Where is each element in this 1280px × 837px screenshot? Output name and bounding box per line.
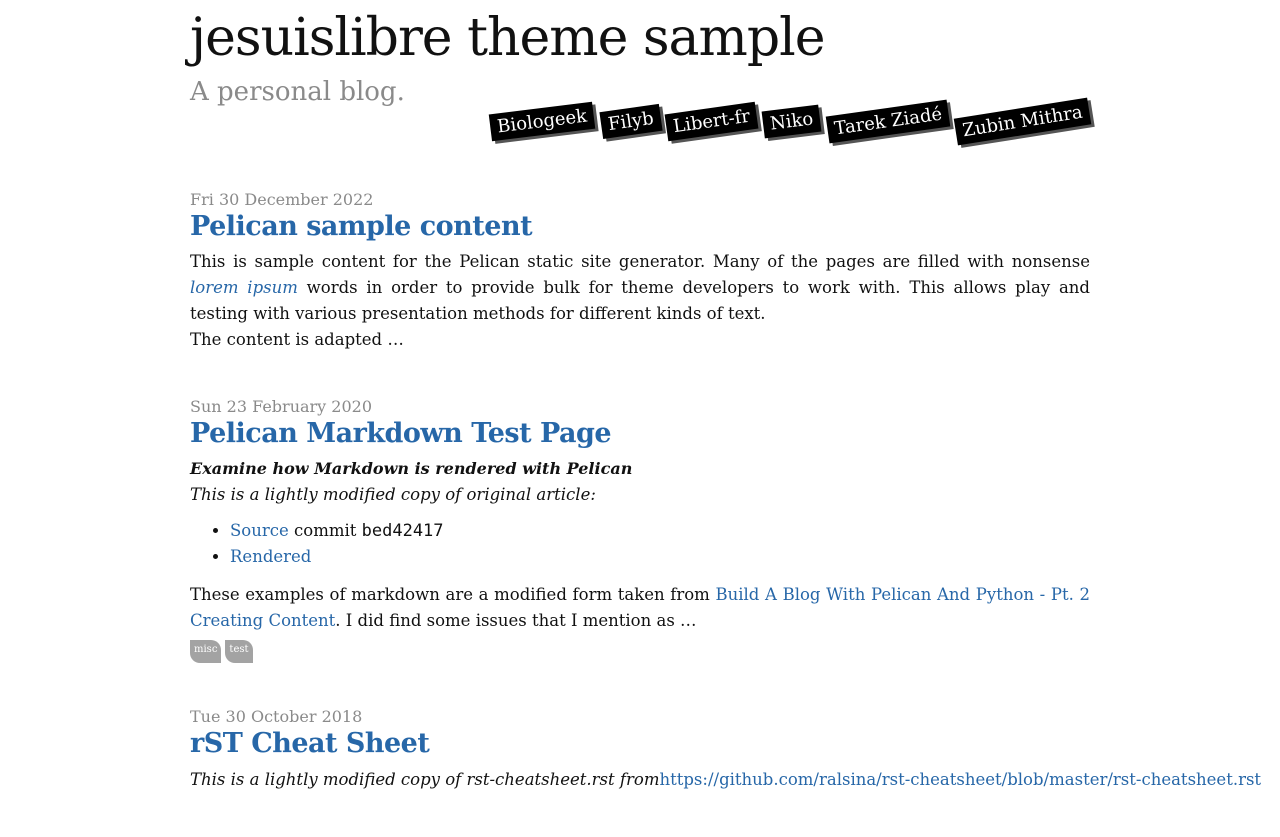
- post-title-link[interactable]: Pelican sample content: [190, 211, 1090, 243]
- lorem-ipsum-link[interactable]: lorem ipsum: [190, 278, 298, 297]
- list-item: Rendered: [230, 544, 1090, 570]
- nav-link-biologeek[interactable]: Biologeek: [489, 101, 596, 142]
- rst-cheatsheet-link[interactable]: https://github.com/ralsina/rst-cheatshee…: [659, 767, 1261, 793]
- commit-hash: bed42417: [361, 521, 444, 542]
- nav-link-zubin-mithra[interactable]: Zubin Mithra: [953, 97, 1092, 146]
- post-tags: misc test: [190, 640, 1090, 664]
- summary-text: words in order to provide bulk for theme…: [190, 278, 1090, 324]
- blogroll-nav: Biologeek Filyb Libert-fr Niko Tarek Zia…: [489, 97, 1092, 146]
- post-entry: Sun 23 February 2020 Pelican Markdown Te…: [190, 397, 1090, 664]
- post-title-link[interactable]: Pelican Markdown Test Page: [190, 418, 1090, 450]
- list-item: Source commit bed42417: [230, 518, 1090, 544]
- body-text: . I did find some issues that I mention …: [335, 611, 697, 631]
- post-list: Fri 30 December 2022 Pelican sample cont…: [190, 190, 1261, 837]
- post-date: Tue 30 October 2018: [190, 707, 363, 727]
- post-summary-more: The content is adapted …: [190, 330, 404, 350]
- nav-link-tarek-ziade[interactable]: Tarek Ziadé: [825, 99, 951, 144]
- post-title-link[interactable]: rST Cheat Sheet: [190, 728, 1090, 760]
- post-entry: Fri 30 December 2022 Pelican sample cont…: [190, 190, 1090, 353]
- nav-link-filyb[interactable]: Filyb: [598, 103, 662, 139]
- site-subtitle: A personal blog.: [190, 77, 405, 107]
- post-lead: Examine how Markdown is rendered with Pe…: [190, 459, 633, 479]
- post-entry: Tue 30 October 2018 rST Cheat Sheet This…: [190, 707, 1261, 793]
- commit-label: commit: [294, 521, 357, 541]
- tag-misc[interactable]: misc: [190, 640, 222, 664]
- post-date: Fri 30 December 2022: [190, 190, 374, 209]
- summary-text: This is sample content for the Pelican s…: [190, 252, 1090, 272]
- note-text: This is a lightly modified copy of rst-c…: [190, 769, 660, 789]
- post-date: Sun 23 February 2020: [190, 397, 373, 417]
- nav-link-niko[interactable]: Niko: [761, 104, 822, 139]
- tag-test[interactable]: test: [225, 640, 253, 664]
- post-link-list: Source commit bed42417 Rendered: [190, 518, 1090, 570]
- body-text: These examples of markdown are a modifie…: [190, 585, 710, 605]
- post-body: These examples of markdown are a modifie…: [190, 582, 1090, 634]
- post-summary: This is sample content for the Pelican s…: [190, 249, 1090, 327]
- source-link[interactable]: Source: [230, 521, 289, 540]
- rendered-link[interactable]: Rendered: [230, 547, 311, 566]
- post-note: This is a lightly modified copy of rst-c…: [190, 767, 1261, 793]
- post-copy-note: This is a lightly modified copy of origi…: [190, 485, 596, 505]
- nav-link-libert-fr[interactable]: Libert-fr: [664, 101, 759, 142]
- site-title[interactable]: jesuislibre theme sample: [190, 9, 826, 67]
